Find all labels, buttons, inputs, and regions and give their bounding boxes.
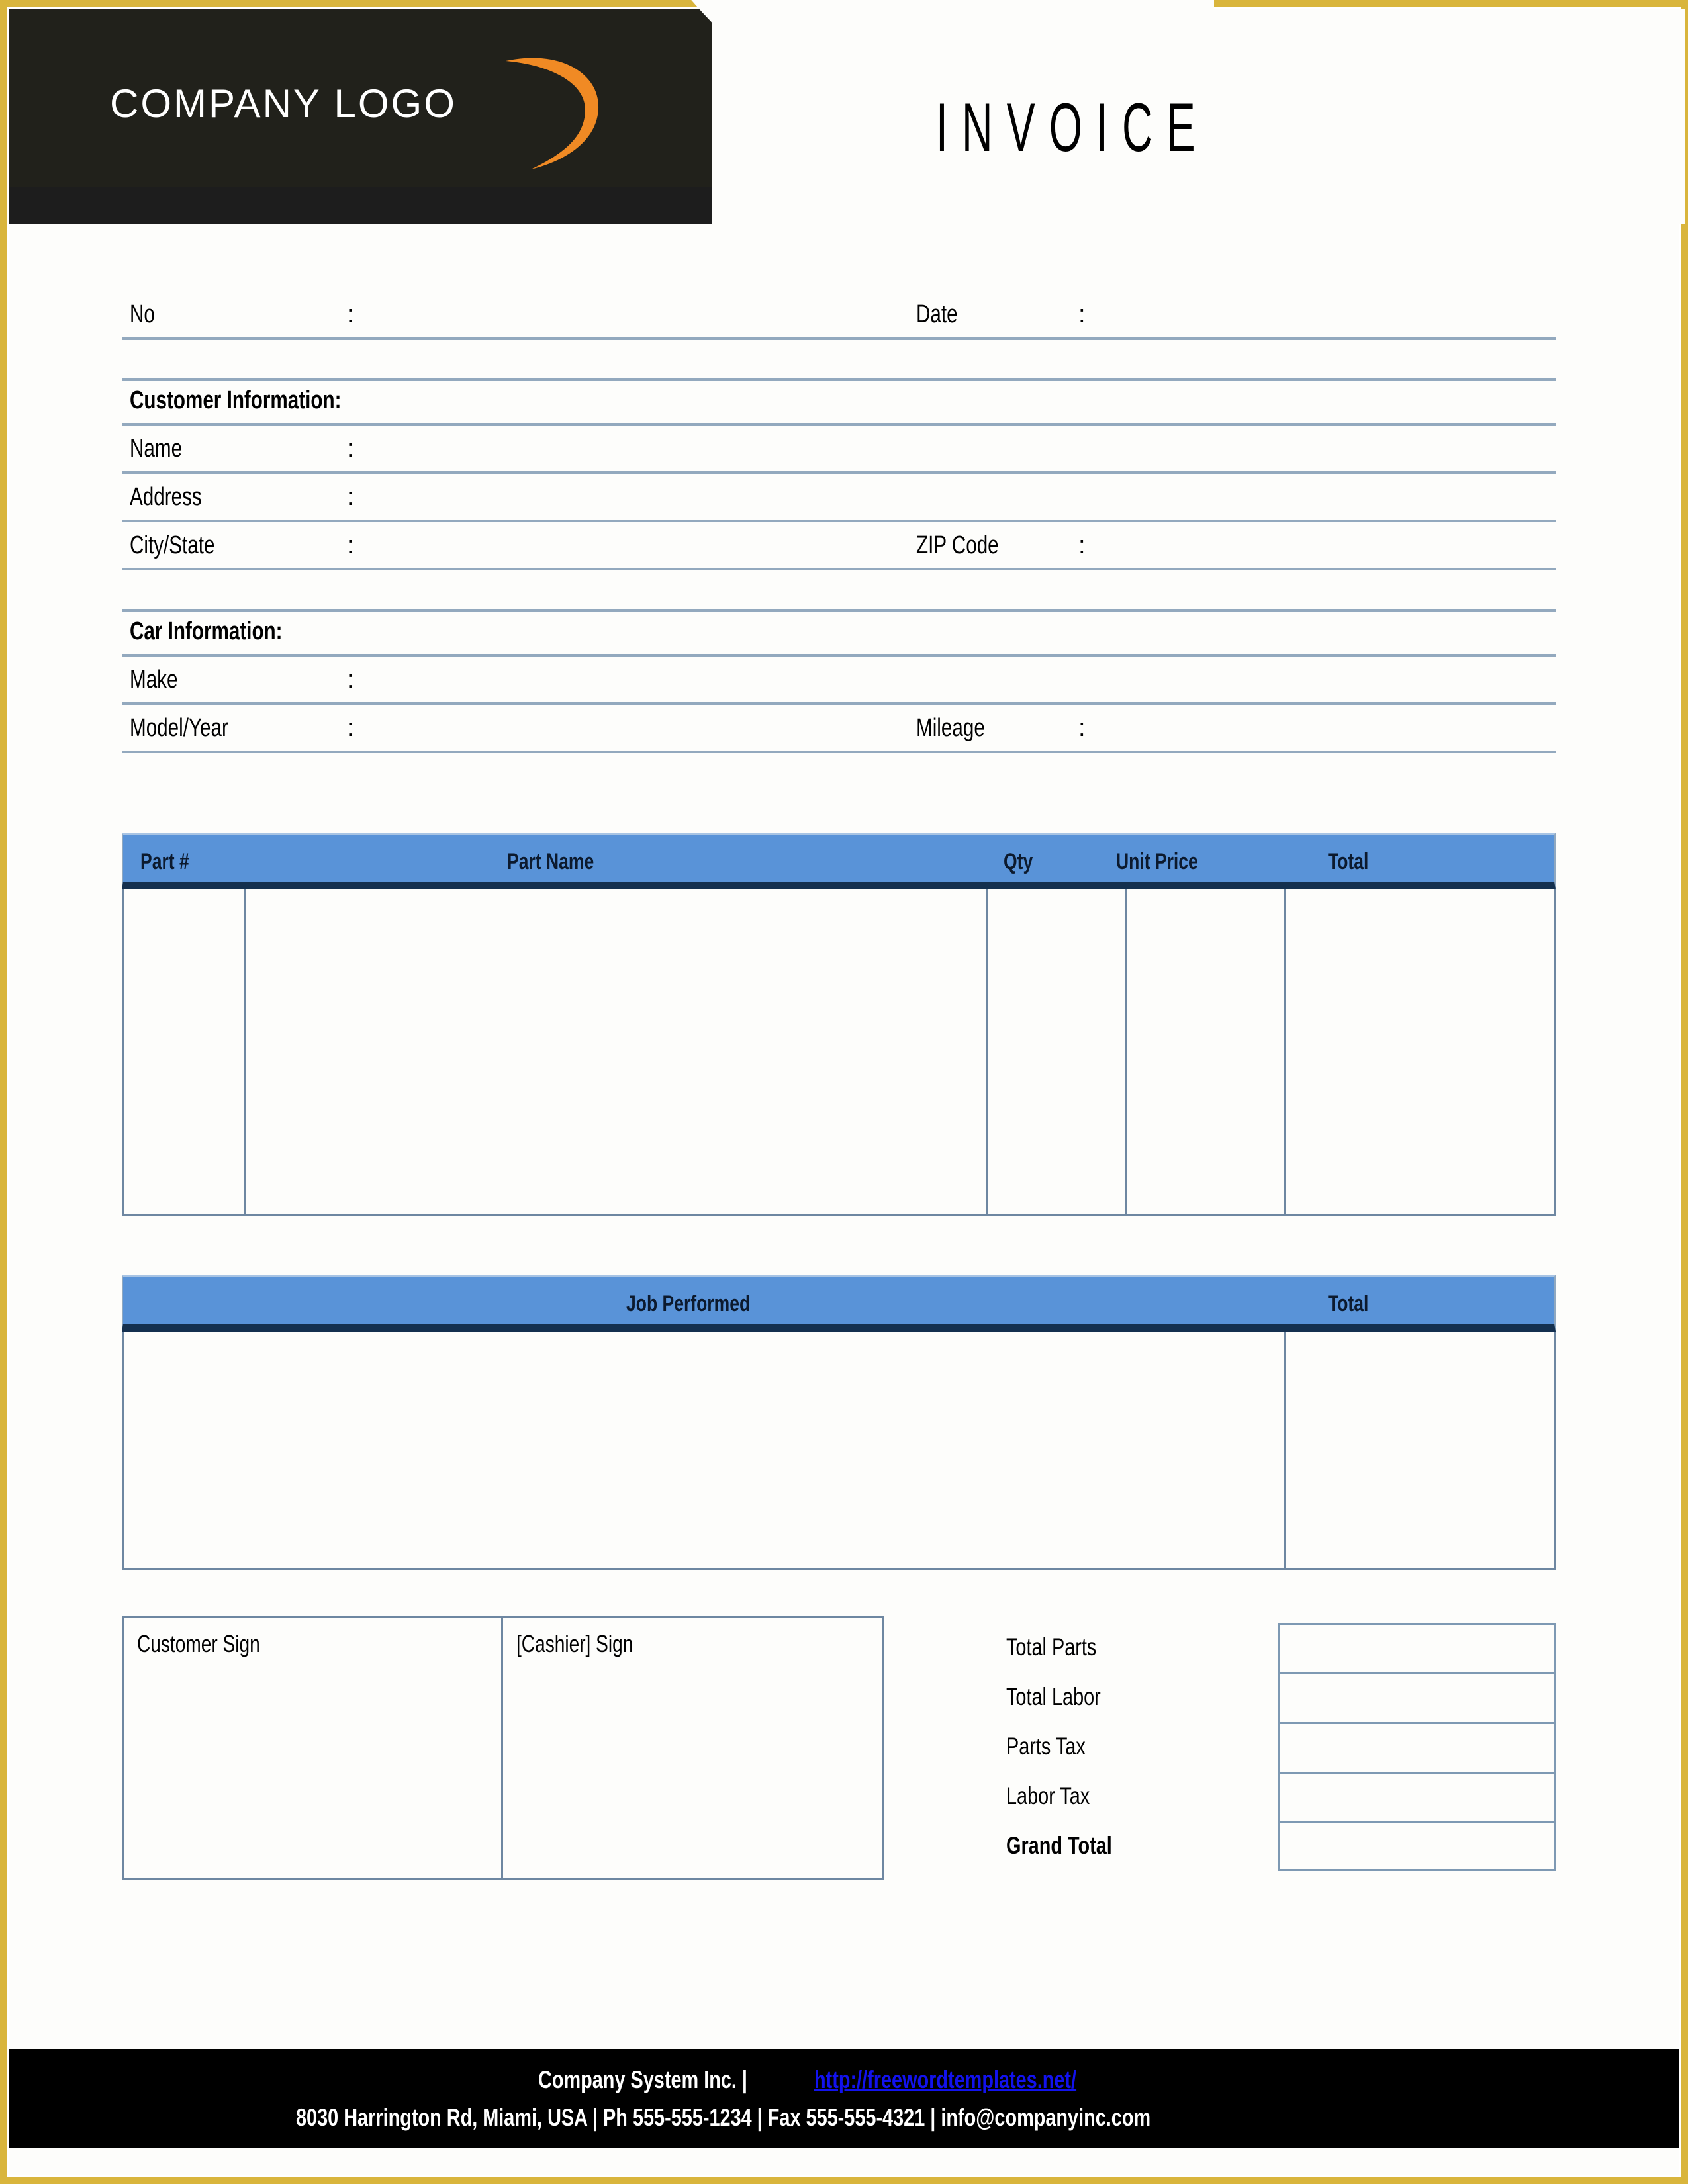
logo-swoosh-icon — [500, 45, 606, 171]
row-model-mileage: Model/Year : Mileage : — [122, 705, 1556, 753]
totals-row-total-labor: Total Labor — [1006, 1672, 1556, 1722]
parts-col-divider-1 — [244, 889, 246, 1214]
parts-tax-value[interactable] — [1278, 1722, 1556, 1772]
totals-row-parts-tax: Parts Tax — [1006, 1722, 1556, 1772]
model-year-label: Model/Year — [130, 714, 228, 742]
column-header-unit-price: Unit Price — [1116, 849, 1198, 874]
parts-table-header: Part # Part Name Qty Unit Price Total — [122, 833, 1556, 889]
row-name: Name : — [122, 426, 1556, 474]
cashier-sign-label: [Cashier] Sign — [516, 1630, 633, 1657]
cashier-sign-box[interactable]: [Cashier] Sign — [503, 1618, 882, 1878]
totals-row-grand-total: Grand Total — [1006, 1821, 1556, 1871]
footer-address-text: 8030 Harrington Rd, Miami, USA | Ph 555-… — [296, 2104, 1151, 2132]
column-header-job-total: Total — [1328, 1291, 1369, 1316]
zip-code-colon: : — [1078, 531, 1086, 559]
job-col-divider-1 — [1284, 1332, 1286, 1568]
footer-website-link[interactable]: http://freewordtemplates.net/ — [814, 2061, 1076, 2099]
column-header-part-name: Part Name — [507, 849, 594, 874]
model-year-colon: : — [347, 714, 354, 742]
totals-row-labor-tax: Labor Tax — [1006, 1772, 1556, 1821]
invoice-header: COMPANY LOGO INVOICE — [9, 0, 1685, 241]
customer-sign-label: Customer Sign — [137, 1630, 260, 1657]
date-colon: : — [1078, 300, 1086, 328]
page-footer: Company System Inc. | http://freewordtemp… — [9, 2049, 1679, 2148]
footer-address-line: 8030 Harrington Rd, Miami, USA | Ph 555-… — [9, 2099, 1679, 2136]
row-make: Make : — [122, 657, 1556, 705]
no-colon: : — [347, 300, 354, 328]
parts-col-divider-3 — [1125, 889, 1127, 1214]
total-parts-label: Total Parts — [1006, 1633, 1097, 1661]
name-colon: : — [347, 435, 354, 463]
column-header-part-number: Part # — [140, 849, 189, 874]
parts-table-body[interactable] — [122, 889, 1556, 1216]
city-state-colon: : — [347, 531, 354, 559]
grand-total-label: Grand Total — [1006, 1832, 1112, 1859]
grand-total-value[interactable] — [1278, 1821, 1556, 1871]
address-label: Address — [130, 483, 202, 511]
footer-company-name: Company System Inc. | — [538, 2066, 747, 2093]
column-header-qty: Qty — [1004, 849, 1033, 874]
column-header-job-performed: Job Performed — [626, 1291, 751, 1316]
parts-col-divider-4 — [1284, 889, 1286, 1214]
page-title: INVOICE — [936, 89, 1209, 166]
row-no-date: No : Date : — [122, 291, 1556, 340]
customer-information-heading: Customer Information: — [130, 387, 342, 414]
footer-company-line: Company System Inc. | http://freewordtemp… — [9, 2061, 1679, 2099]
signature-area: Customer Sign [Cashier] Sign — [122, 1616, 884, 1880]
city-state-label: City/State — [130, 531, 215, 559]
mileage-label: Mileage — [916, 714, 985, 742]
date-label: Date — [916, 300, 958, 328]
row-spacer-1 — [122, 340, 1556, 381]
mileage-colon: : — [1078, 714, 1086, 742]
labor-tax-value[interactable] — [1278, 1772, 1556, 1821]
parts-table: Part # Part Name Qty Unit Price Total — [122, 833, 1556, 1216]
labor-tax-label: Labor Tax — [1006, 1782, 1090, 1809]
address-colon: : — [347, 483, 354, 511]
total-parts-value[interactable] — [1278, 1623, 1556, 1672]
job-performed-table: Job Performed Total — [122, 1275, 1556, 1570]
job-table-body[interactable] — [122, 1332, 1556, 1570]
make-label: Make — [130, 666, 178, 694]
totals-section: Total Parts Total Labor Parts Tax Labor … — [1006, 1623, 1556, 1871]
total-labor-label: Total Labor — [1006, 1683, 1101, 1710]
total-labor-value[interactable] — [1278, 1672, 1556, 1722]
parts-col-divider-2 — [986, 889, 988, 1214]
invoice-form: No : Date : Customer Information: Name :… — [122, 291, 1556, 753]
column-header-total: Total — [1328, 849, 1369, 874]
row-car-section: Car Information: — [122, 612, 1556, 657]
row-city-zip: City/State : ZIP Code : — [122, 522, 1556, 570]
no-label: No — [130, 300, 155, 328]
company-logo-text: COMPANY LOGO — [110, 81, 457, 126]
row-spacer-2 — [122, 570, 1556, 612]
name-label: Name — [130, 435, 183, 463]
row-address: Address : — [122, 474, 1556, 522]
make-colon: : — [347, 666, 354, 694]
totals-row-total-parts: Total Parts — [1006, 1623, 1556, 1672]
parts-tax-label: Parts Tax — [1006, 1733, 1086, 1760]
zip-code-label: ZIP Code — [916, 531, 999, 559]
job-table-header: Job Performed Total — [122, 1275, 1556, 1332]
row-customer-section: Customer Information: — [122, 381, 1556, 426]
customer-sign-box[interactable]: Customer Sign — [124, 1618, 501, 1878]
car-information-heading: Car Information: — [130, 617, 283, 645]
header-dark-band-foot — [9, 187, 712, 224]
